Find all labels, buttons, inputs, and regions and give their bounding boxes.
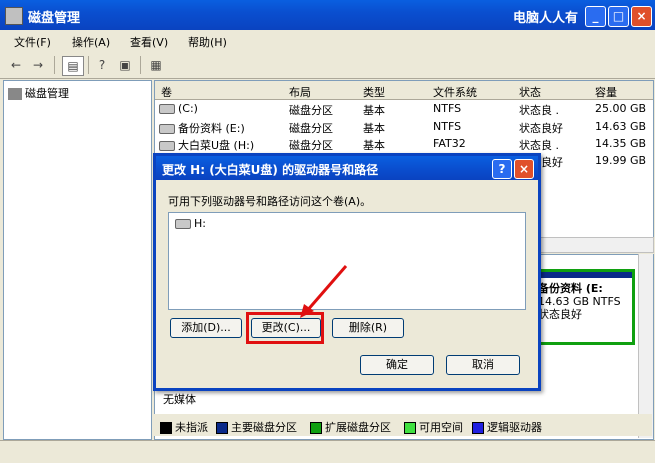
disk-management-icon xyxy=(8,88,22,100)
column-header-type[interactable]: 类型 xyxy=(363,84,385,100)
volume-layout: 磁盘分区 xyxy=(289,104,333,117)
column-header-layout[interactable]: 布局 xyxy=(289,84,311,100)
window-title-bar: 磁盘管理 电脑人人有 _ □ × xyxy=(0,0,655,30)
forward-icon[interactable]: → xyxy=(28,56,48,74)
volume-filesystem: NTFS xyxy=(433,120,462,133)
table-row[interactable]: 大白菜U盘 (H:) 磁盘分区 基本 FAT32 状态良 . 14.35 GB xyxy=(155,135,653,152)
watermark-brand: 电脑人人有 xyxy=(513,11,579,26)
export-icon[interactable]: ▦ xyxy=(146,56,166,74)
table-row[interactable]: (C:) 磁盘分区 基本 NTFS 状态良 . 25.00 GB xyxy=(155,100,653,117)
legend-extended-partition: 扩展磁盘分区 xyxy=(310,419,391,435)
legend-free-space: 可用空间 xyxy=(404,419,463,435)
volume-name: 备份资料 (E:) xyxy=(178,122,245,135)
volume-capacity: 14.63 GB xyxy=(595,120,647,133)
status-bar xyxy=(0,440,655,463)
volume-layout: 磁盘分区 xyxy=(289,139,333,152)
legend-swatch xyxy=(310,422,322,434)
ok-button[interactable]: 确定 xyxy=(360,355,434,375)
volume-status: 状态良 . xyxy=(519,104,559,117)
dialog-help-button[interactable]: ? xyxy=(492,159,512,179)
partition-size: 14.63 GB NTFS xyxy=(538,295,621,308)
annotation-arrow-icon xyxy=(300,265,348,318)
menu-action[interactable]: 操作(A) xyxy=(72,34,110,50)
minimize-button[interactable]: _ xyxy=(585,6,606,27)
list-item[interactable]: H: xyxy=(175,217,206,230)
toolbar-separator xyxy=(140,56,141,74)
back-icon[interactable]: ← xyxy=(6,56,26,74)
legend-unallocated: 未指派 xyxy=(160,419,208,435)
usb-drive-icon xyxy=(159,141,175,151)
maximize-button[interactable]: □ xyxy=(608,6,629,27)
cancel-button[interactable]: 取消 xyxy=(446,355,520,375)
toolbar-separator xyxy=(88,56,89,74)
primary-partition-bar xyxy=(536,272,632,278)
toolbar: ← → ▤ ? ▣ ▦ xyxy=(0,52,655,79)
remove-button[interactable]: 删除(R) xyxy=(332,318,404,338)
volume-filesystem: FAT32 xyxy=(433,137,466,150)
column-header-volume[interactable]: 卷 xyxy=(161,84,172,100)
legend-primary-partition: 主要磁盘分区 xyxy=(216,419,297,435)
change-drive-letter-dialog: 更改 H: (大白菜U盘) 的驱动器号和路径 ? × 可用下列驱动器号和路径访问… xyxy=(153,153,541,391)
menu-help[interactable]: 帮助(H) xyxy=(188,34,227,50)
volume-name: (C:) xyxy=(178,102,198,115)
legend-logical-drive: 逻辑驱动器 xyxy=(472,419,542,435)
volume-type: 基本 xyxy=(363,139,385,152)
graphical-view-vertical-scrollbar[interactable] xyxy=(638,254,653,438)
volume-status: 状态良好 xyxy=(519,122,563,135)
close-button[interactable]: × xyxy=(631,6,652,27)
volume-icon xyxy=(159,124,175,134)
table-row[interactable]: 备份资料 (E:) 磁盘分区 基本 NTFS 状态良好 14.63 GB xyxy=(155,118,653,135)
column-header-status[interactable]: 状态 xyxy=(519,84,541,100)
properties-icon[interactable]: ▣ xyxy=(115,56,135,74)
legend-swatch xyxy=(216,422,228,434)
show-hide-tree-icon[interactable]: ▤ xyxy=(62,56,84,76)
volume-type: 基本 xyxy=(363,104,385,117)
menu-file[interactable]: 文件(F) xyxy=(14,34,51,50)
menu-bar: 文件(F) 操作(A) 查看(V) 帮助(H) xyxy=(0,30,655,52)
dialog-title-bar: 更改 H: (大白菜U盘) 的驱动器号和路径 ? × xyxy=(156,156,538,180)
drive-icon xyxy=(175,219,191,229)
legend: 未指派 主要磁盘分区 扩展磁盘分区 可用空间 逻辑驱动器 xyxy=(154,414,652,436)
partition-name: 备份资料 (E: xyxy=(538,282,603,295)
volume-filesystem: NTFS xyxy=(433,102,462,115)
partition-status: 状态良好 xyxy=(538,308,582,321)
help-icon[interactable]: ? xyxy=(92,56,112,74)
volume-status: 状态良 . xyxy=(519,139,559,152)
volume-capacity: 25.00 GB xyxy=(595,102,647,115)
dialog-close-button[interactable]: × xyxy=(514,159,534,179)
column-header-capacity[interactable]: 容量 xyxy=(595,84,617,100)
column-header-filesystem[interactable]: 文件系统 xyxy=(433,84,477,100)
disk-management-app-icon xyxy=(5,7,23,25)
add-button[interactable]: 添加(D)... xyxy=(170,318,242,338)
drive-letter: H: xyxy=(194,217,206,230)
volume-capacity: 14.35 GB xyxy=(595,137,647,150)
volume-list-header: 卷 布局 类型 文件系统 状态 容量 xyxy=(155,81,653,100)
tree-node-label: 磁盘管理 xyxy=(25,87,69,100)
legend-swatch xyxy=(160,422,172,434)
no-media-label: 无媒体 xyxy=(163,393,196,406)
legend-swatch xyxy=(404,422,416,434)
volume-layout: 磁盘分区 xyxy=(289,122,333,135)
volume-capacity: 19.99 GB xyxy=(595,154,647,167)
volume-name: 大白菜U盘 (H:) xyxy=(178,139,255,152)
legend-swatch xyxy=(472,422,484,434)
window-title: 磁盘管理 xyxy=(28,11,81,26)
toolbar-separator xyxy=(54,56,55,74)
volume-icon xyxy=(159,104,175,114)
tree-node-disk-management[interactable]: 磁盘管理 xyxy=(8,85,69,101)
partition-box-e[interactable]: 备份资料 (E: 14.63 GB NTFS 状态良好 xyxy=(533,269,635,345)
console-tree: 磁盘管理 xyxy=(3,80,152,440)
dialog-title: 更改 H: (大白菜U盘) 的驱动器号和路径 xyxy=(162,163,379,177)
menu-view[interactable]: 查看(V) xyxy=(130,34,168,50)
dialog-prompt: 可用下列驱动器号和路径访问这个卷(A)。 xyxy=(168,195,372,208)
volume-type: 基本 xyxy=(363,122,385,135)
